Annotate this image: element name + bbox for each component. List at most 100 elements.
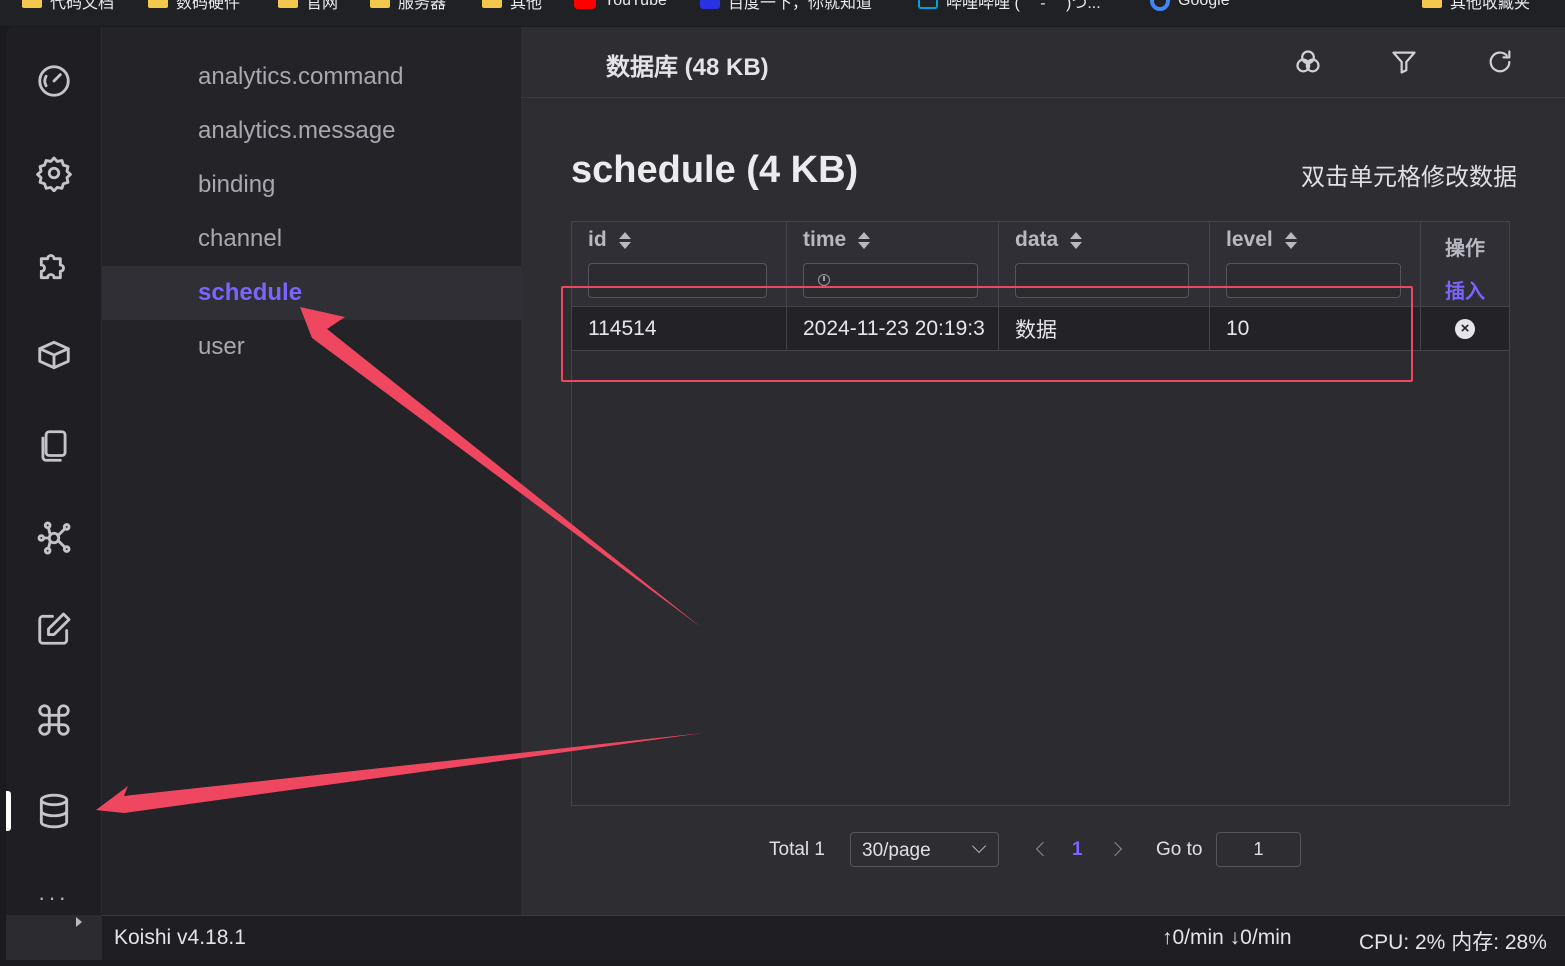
folder-icon	[148, 0, 168, 8]
activity-item-market[interactable]	[6, 320, 101, 390]
sort-button[interactable]: level	[1226, 228, 1297, 252]
database-icon	[39, 793, 68, 829]
sort-icon	[1284, 231, 1297, 249]
header: 数据库 (48 KB)	[521, 27, 1565, 98]
table-item-user[interactable]: user	[102, 320, 521, 374]
chevron-down-icon	[971, 838, 987, 854]
table-row: 114514 2024-11-23 20:19:3 数据 10 ×	[572, 306, 1509, 351]
cell-level[interactable]: 10	[1210, 307, 1421, 350]
column-header-ops: 操作 插入	[1421, 222, 1509, 306]
bookmark-item[interactable]: 百度一下，你就知道	[700, 0, 872, 12]
youtube-icon	[574, 0, 596, 9]
dependencies-icon	[37, 521, 70, 555]
goto-input[interactable]: 1	[1216, 832, 1301, 867]
table-item-binding[interactable]: binding	[102, 158, 521, 212]
bookmark-item[interactable]: 哔哩哔哩 ( ゜- ゜)つ...	[918, 0, 1101, 12]
data-table: id time data level 操作 插入 114514 2024-11-…	[571, 221, 1510, 806]
more-button[interactable]: ···	[6, 885, 101, 911]
column-header-level: level	[1210, 222, 1421, 306]
bookmark-item[interactable]: 数码硬件	[148, 0, 240, 12]
message-rate: ↑0/min ↓0/min	[1162, 926, 1292, 949]
filter-icon	[1392, 51, 1416, 74]
folder-icon	[278, 0, 298, 8]
table-list: analytics.command analytics.message bind…	[102, 27, 521, 915]
koishi-console: ··· analytics.command analytics.message …	[6, 27, 1565, 960]
sort-icon	[858, 231, 871, 249]
page-title: 数据库 (48 KB)	[606, 54, 769, 81]
column-header-time: time	[787, 222, 999, 306]
table-item-analytics-command[interactable]: analytics.command	[102, 50, 521, 104]
merge-icon	[1296, 50, 1320, 73]
refresh-button[interactable]	[1483, 45, 1517, 79]
cell-time[interactable]: 2024-11-23 20:19:3	[787, 307, 999, 350]
main-panel: 数据库 (48 KB) schedule (4 KB) 双击单元格修改数据 id…	[521, 27, 1565, 915]
folder-icon	[370, 0, 390, 8]
sort-button[interactable]: time	[803, 228, 871, 252]
filter-button[interactable]	[1387, 45, 1421, 79]
plugins-icon	[39, 254, 65, 280]
activity-item-settings[interactable]	[6, 138, 101, 208]
table-item-analytics-message[interactable]: analytics.message	[102, 104, 521, 158]
activity-bar: ···	[6, 27, 101, 927]
version-label: Koishi v4.18.1	[114, 926, 246, 949]
pagination: Total 1 30/page 1 Go to 1	[521, 832, 1565, 868]
edit-icon	[37, 612, 70, 645]
folder-icon	[22, 0, 42, 8]
bilibili-icon	[918, 0, 938, 9]
filter-input-id[interactable]	[588, 263, 767, 298]
activity-item-dashboard[interactable]	[6, 46, 101, 116]
refresh-icon	[1489, 50, 1511, 73]
page-number[interactable]: 1	[1072, 839, 1083, 861]
column-header-id: id	[572, 222, 787, 306]
bookmark-item[interactable]: 代码文档	[22, 0, 114, 12]
folder-icon	[482, 0, 502, 8]
filter-input-time[interactable]	[803, 263, 978, 298]
close-circle-icon: ×	[1455, 318, 1475, 339]
column-header-data: data	[999, 222, 1210, 306]
dashboard-icon	[37, 65, 70, 97]
table-item-channel[interactable]: channel	[102, 212, 521, 266]
files-icon	[40, 430, 67, 462]
expand-arrow-icon[interactable]	[76, 917, 82, 927]
filter-input-level[interactable]	[1226, 263, 1401, 298]
google-icon	[1150, 0, 1170, 11]
goto-label: Go to	[1156, 839, 1203, 860]
next-page-button[interactable]	[1107, 841, 1123, 857]
activity-item-dependencies[interactable]	[6, 503, 101, 573]
filter-input-data[interactable]	[1015, 263, 1189, 298]
edit-hint: 双击单元格修改数据	[1301, 164, 1517, 191]
activity-item-plugins[interactable]	[6, 230, 101, 300]
clock-icon	[818, 274, 830, 286]
bookmark-item[interactable]: 其他	[482, 0, 542, 12]
activity-item-commands[interactable]	[6, 685, 101, 755]
baidu-icon	[700, 0, 720, 9]
table-title: schedule (4 KB)	[571, 149, 859, 191]
cell-data[interactable]: 数据	[999, 307, 1210, 350]
activity-item-database[interactable]	[6, 776, 101, 846]
pagination-total: Total 1	[769, 839, 825, 860]
folder-icon	[1422, 0, 1442, 8]
activity-item-edit[interactable]	[6, 594, 101, 664]
page-size-select[interactable]: 30/page	[850, 832, 999, 867]
sort-icon	[618, 231, 631, 249]
resource-usage: CPU: 2% 内存: 28%	[1359, 931, 1547, 954]
bookmark-item[interactable]: 其他收藏夹	[1422, 0, 1530, 12]
settings-icon	[35, 156, 72, 192]
sort-button[interactable]: id	[588, 228, 631, 252]
bookmark-bar: 代码文档 数码硬件 官网 服务器 其他 YouTube 百度一下，你就知道 哔哩…	[0, 0, 1565, 26]
sort-button[interactable]: data	[1015, 228, 1083, 252]
prev-page-button[interactable]	[1035, 841, 1051, 857]
activity-item-files[interactable]	[6, 411, 101, 481]
bookmark-item[interactable]: YouTube	[574, 0, 667, 12]
delete-row-button[interactable]: ×	[1421, 307, 1509, 350]
sort-icon	[1070, 231, 1083, 249]
cell-id[interactable]: 114514	[572, 307, 787, 350]
insert-button[interactable]: 插入	[1421, 275, 1509, 304]
ops-label: 操作	[1445, 238, 1485, 260]
bookmark-item[interactable]: 官网	[278, 0, 338, 12]
status-bar: Koishi v4.18.1 ↑0/min ↓0/min CPU: 2% 内存:…	[102, 915, 1565, 960]
bookmark-item[interactable]: 服务器	[370, 0, 446, 12]
merge-button[interactable]	[1291, 45, 1325, 79]
bookmark-item[interactable]: Google	[1150, 0, 1230, 12]
table-item-schedule[interactable]: schedule	[102, 266, 521, 320]
